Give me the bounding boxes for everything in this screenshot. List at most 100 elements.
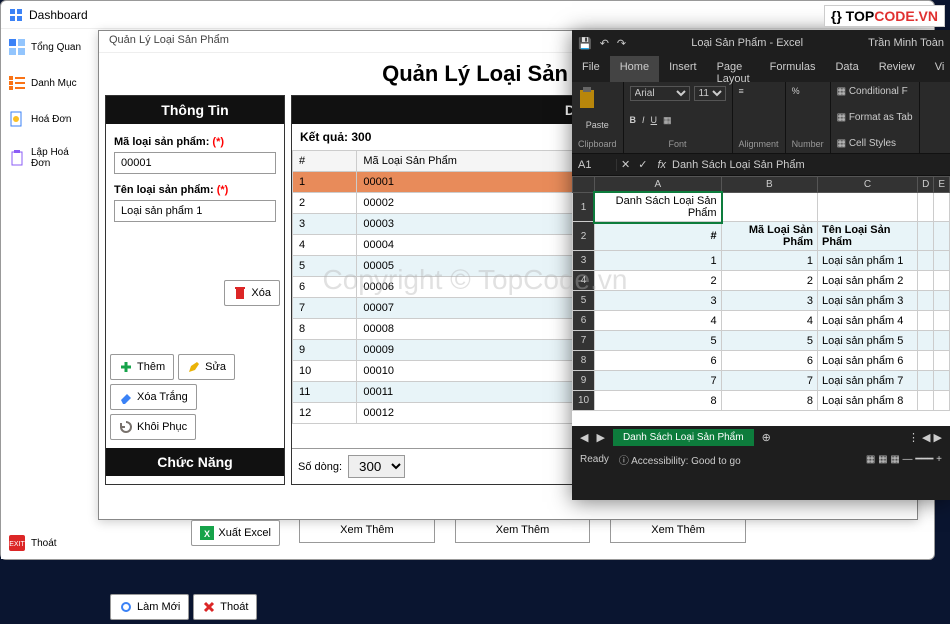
cell[interactable]: 3	[595, 291, 722, 311]
cell[interactable]	[918, 351, 934, 371]
border-button[interactable]: ▦	[663, 115, 672, 126]
sidebar-item-new-invoice[interactable]: Lập Hoá Đơn	[1, 137, 96, 179]
row-header[interactable]: 6	[573, 311, 595, 331]
italic-button[interactable]: I	[642, 115, 645, 125]
row-header[interactable]: 8	[573, 351, 595, 371]
cell[interactable]	[918, 331, 934, 351]
cell[interactable]: 1	[595, 251, 722, 271]
row-header[interactable]: 3	[573, 251, 595, 271]
sheet-tab[interactable]: Danh Sách Loại Sản Phẩm	[613, 429, 754, 446]
cell[interactable]: Loại sản phẩm 8	[818, 391, 918, 411]
cell[interactable]: Loại sản phẩm 7	[818, 371, 918, 391]
sidebar-item-invoice[interactable]: Hoá Đơn	[1, 101, 96, 137]
cell[interactable]	[721, 193, 817, 222]
add-sheet-button[interactable]: ⊕	[762, 431, 771, 444]
view-more-button[interactable]: Xem Thêm	[299, 517, 435, 543]
cell[interactable]	[934, 222, 950, 251]
cell[interactable]	[934, 251, 950, 271]
cell[interactable]: 3	[721, 291, 817, 311]
refresh-button[interactable]: Làm Mới	[110, 594, 189, 620]
view-more-button[interactable]: Xem Thêm	[455, 517, 591, 543]
ribbon-tab-vi[interactable]: Vi	[925, 56, 950, 82]
spreadsheet[interactable]: ABCDE 1Danh Sách Loại Sản Phẩm2#Mã Loại …	[572, 176, 950, 426]
ribbon-tab-formulas[interactable]: Formulas	[760, 56, 826, 82]
cell[interactable]: Loại sản phẩm 2	[818, 271, 918, 291]
zoom-controls[interactable]: ▦ ▦ ▦ — ━━━ +	[866, 454, 942, 465]
fx-confirm[interactable]: ✓	[634, 158, 651, 171]
excel-title-bar[interactable]: 💾 ↶ ↷ Loại Sản Phẩm - Excel Trần Minh To…	[572, 30, 950, 56]
cell[interactable]: Loại sản phẩm 4	[818, 311, 918, 331]
add-button[interactable]: Thêm	[110, 354, 174, 380]
export-excel-button[interactable]: XXuất Excel	[191, 520, 280, 546]
cell[interactable]	[934, 371, 950, 391]
ribbon-tab-data[interactable]: Data	[825, 56, 868, 82]
cell[interactable]: Loại sản phẩm 1	[818, 251, 918, 271]
cell[interactable]: 8	[721, 391, 817, 411]
view-more-button[interactable]: Xem Thêm	[610, 517, 746, 543]
cell[interactable]: 4	[721, 311, 817, 331]
conditional-format-button[interactable]: ▦ Conditional F	[837, 86, 908, 97]
cell[interactable]	[934, 331, 950, 351]
underline-button[interactable]: U	[651, 115, 658, 125]
name-input[interactable]	[114, 200, 276, 222]
cell[interactable]	[918, 371, 934, 391]
cell[interactable]: Danh Sách Loại Sản Phẩm	[595, 193, 722, 222]
sidebar-item-category[interactable]: Danh Mục	[1, 65, 96, 101]
code-input[interactable]	[114, 152, 276, 174]
col-header[interactable]: D	[918, 177, 934, 193]
cell[interactable]	[934, 271, 950, 291]
cell[interactable]	[934, 351, 950, 371]
accessibility-status[interactable]: ⓘ Accessibility: Good to go	[619, 452, 741, 467]
cell[interactable]: 2	[721, 271, 817, 291]
cell[interactable]	[918, 271, 934, 291]
ribbon-tab-review[interactable]: Review	[869, 56, 925, 82]
row-header[interactable]: 5	[573, 291, 595, 311]
format-table-button[interactable]: ▦ Format as Tab	[837, 112, 913, 123]
col-header[interactable]: B	[721, 177, 817, 193]
delete-button[interactable]: Xóa	[224, 280, 280, 306]
row-header[interactable]: 10	[573, 391, 595, 411]
cell[interactable]: 7	[721, 371, 817, 391]
cell[interactable]: 2	[595, 271, 722, 291]
sheet-scroll[interactable]: ⋮ ◀ ▶	[908, 431, 942, 444]
cell[interactable]: Loại sản phẩm 6	[818, 351, 918, 371]
ribbon-tab-insert[interactable]: Insert	[659, 56, 707, 82]
rows-select[interactable]: 300	[348, 455, 405, 478]
cell[interactable]	[818, 193, 918, 222]
cell[interactable]: Loại sản phẩm 5	[818, 331, 918, 351]
fx-cancel[interactable]: ✕	[617, 158, 634, 171]
cell[interactable]	[918, 222, 934, 251]
cell[interactable]	[918, 311, 934, 331]
clear-button[interactable]: Xóa Trắng	[110, 384, 197, 410]
row-header[interactable]: 9	[573, 371, 595, 391]
ribbon-tab-file[interactable]: File	[572, 56, 610, 82]
cell[interactable]: 5	[595, 331, 722, 351]
cell[interactable]: 5	[721, 331, 817, 351]
cell[interactable]: 6	[595, 351, 722, 371]
sheet-nav-next[interactable]: ▶	[596, 431, 604, 444]
sidebar-exit[interactable]: EXITThoát	[9, 535, 57, 551]
cell[interactable]: Loại sản phẩm 3	[818, 291, 918, 311]
row-header[interactable]: 1	[573, 193, 595, 222]
redo-icon[interactable]: ↷	[617, 37, 626, 50]
bold-button[interactable]: B	[630, 115, 637, 125]
exit-button[interactable]: Thoát	[193, 594, 257, 620]
col-header[interactable]: E	[934, 177, 950, 193]
cell[interactable]: 1	[721, 251, 817, 271]
cell[interactable]	[934, 193, 950, 222]
restore-button[interactable]: Khôi Phục	[110, 414, 196, 440]
cell[interactable]: 4	[595, 311, 722, 331]
edit-button[interactable]: Sửa	[178, 354, 235, 380]
ribbon-tab-page-layout[interactable]: Page Layout	[707, 56, 760, 82]
sidebar-item-overview[interactable]: Tổng Quan	[1, 29, 96, 65]
sheet-nav-prev[interactable]: ◀	[580, 431, 588, 444]
cell[interactable]: Tên Loại Sản Phẩm	[818, 222, 918, 251]
size-select[interactable]: 11	[694, 86, 726, 101]
save-icon[interactable]: 💾	[578, 37, 592, 50]
cell[interactable]: 6	[721, 351, 817, 371]
ribbon-tab-home[interactable]: Home	[610, 56, 659, 82]
undo-icon[interactable]: ↶	[600, 37, 609, 50]
cell[interactable]	[918, 193, 934, 222]
cell[interactable]	[918, 291, 934, 311]
paste-icon[interactable]	[578, 86, 598, 110]
